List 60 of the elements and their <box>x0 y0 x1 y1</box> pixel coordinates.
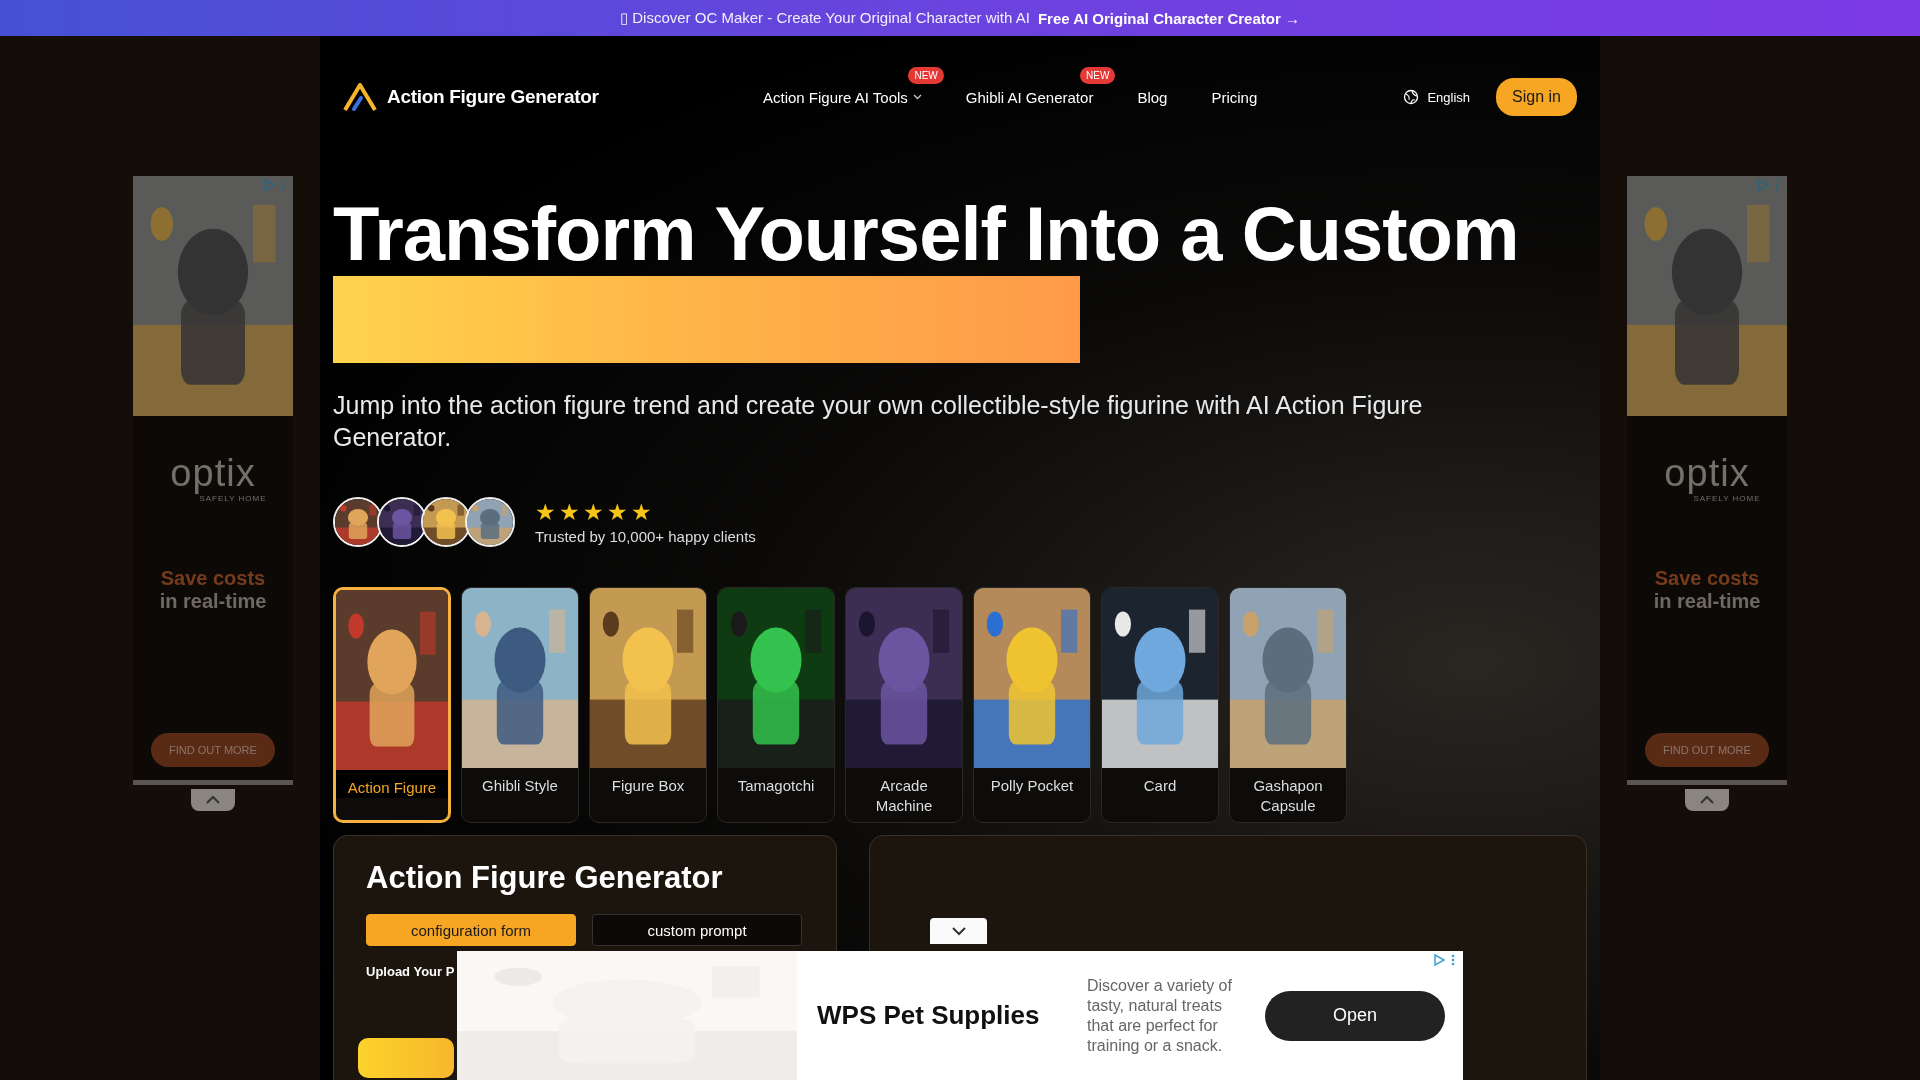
collapse-button[interactable] <box>1685 789 1729 811</box>
logo-text[interactable]: Action Figure Generator <box>387 86 599 108</box>
style-card[interactable]: Tamagotchi <box>717 587 835 823</box>
hero-subtitle: Jump into the action figure trend and create your own collectible-style figurine with AI Action Figure Generator. <box>333 390 1424 453</box>
ad-tagline: SAFELY HOME <box>199 494 267 503</box>
expand-button[interactable] <box>930 918 987 944</box>
collapse-button[interactable] <box>191 789 235 811</box>
style-label: Figure Box <box>610 776 686 796</box>
nav-link[interactable]: Pricing <box>1211 88 1258 106</box>
nav-link[interactable]: Action Figure AI Tools <box>763 88 922 106</box>
ad-tagline: SAFELY HOME <box>1693 494 1761 503</box>
new-badge: NEW <box>908 66 944 84</box>
sign-in-button[interactable]: Sign in <box>1496 78 1577 116</box>
bottom-ad[interactable]: WPS Pet Supplies Discover a variety of tasty, natural treats that are perfect for training or a snack. Open <box>457 951 1463 1080</box>
new-badge: NEW <box>1080 66 1116 84</box>
banner-text: ▯ Discover OC Maker - Create Your Original Character with AI <box>620 9 1030 27</box>
star-icon: ★ <box>535 499 556 524</box>
hero-title: Transform Yourself Into a Custom <box>333 192 1520 276</box>
star-icon: ★ <box>559 499 580 524</box>
ad-headline: in real-time <box>159 590 267 613</box>
style-label: Card <box>1142 776 1178 796</box>
upload-label: Upload Your P <box>366 964 455 979</box>
trust-text: Trusted by 10,000+ happy clients <box>535 527 756 545</box>
style-label: Tamagotchi <box>736 776 816 796</box>
style-card[interactable]: Ghibli Style <box>461 587 579 823</box>
mode-tab[interactable]: configuration form <box>366 914 576 946</box>
logo-icon[interactable] <box>343 82 377 112</box>
style-label: Polly Pocket <box>989 776 1075 796</box>
chevron-down-icon <box>950 926 967 936</box>
panel-title: Action Figure Generator <box>366 860 724 896</box>
ad-open-button[interactable]: Open <box>1265 990 1445 1041</box>
nav-link[interactable]: Ghibli AI Generator <box>965 88 1094 106</box>
generate-button[interactable] <box>358 1038 454 1078</box>
style-label: Action Figure <box>336 770 448 798</box>
chevron-up-icon <box>1699 795 1715 805</box>
ad-title: WPS Pet Supplies <box>817 1000 1041 1031</box>
chevron-up-icon <box>205 795 221 805</box>
style-label: Gashapon Capsule <box>1252 776 1324 816</box>
star-icon: ★ <box>583 499 604 524</box>
ad-logo: optix <box>1664 454 1750 492</box>
nav-link[interactable]: Blog <box>1137 88 1168 106</box>
language-button[interactable]: English <box>1397 88 1477 106</box>
star-icon: ★ <box>607 499 628 524</box>
ad-headline: Save costs <box>1654 567 1760 590</box>
banner-link[interactable]: Free AI Original Character Creator → <box>1037 9 1300 27</box>
style-card[interactable]: Arcade Machine <box>845 587 963 823</box>
style-card[interactable]: Gashapon Capsule <box>1229 587 1347 823</box>
star-icon: ★ <box>631 499 652 524</box>
ad-logo: optix <box>170 454 256 492</box>
mode-tab[interactable]: custom prompt <box>592 914 802 946</box>
style-label: Arcade Machine <box>874 776 934 816</box>
ad-headline: Save costs <box>160 567 266 590</box>
style-card[interactable]: Card <box>1101 587 1219 823</box>
style-label: Ghibli Style <box>481 776 559 796</box>
style-card[interactable]: Action Figure <box>333 587 451 823</box>
globe-icon <box>1403 89 1420 105</box>
ad-headline: in real-time <box>1653 590 1761 613</box>
ad-body: Discover a variety of tasty, natural treats that are perfect for training or a snack. <box>1087 975 1233 1056</box>
style-card[interactable]: Polly Pocket <box>973 587 1091 823</box>
style-card[interactable]: Figure Box <box>589 587 707 823</box>
